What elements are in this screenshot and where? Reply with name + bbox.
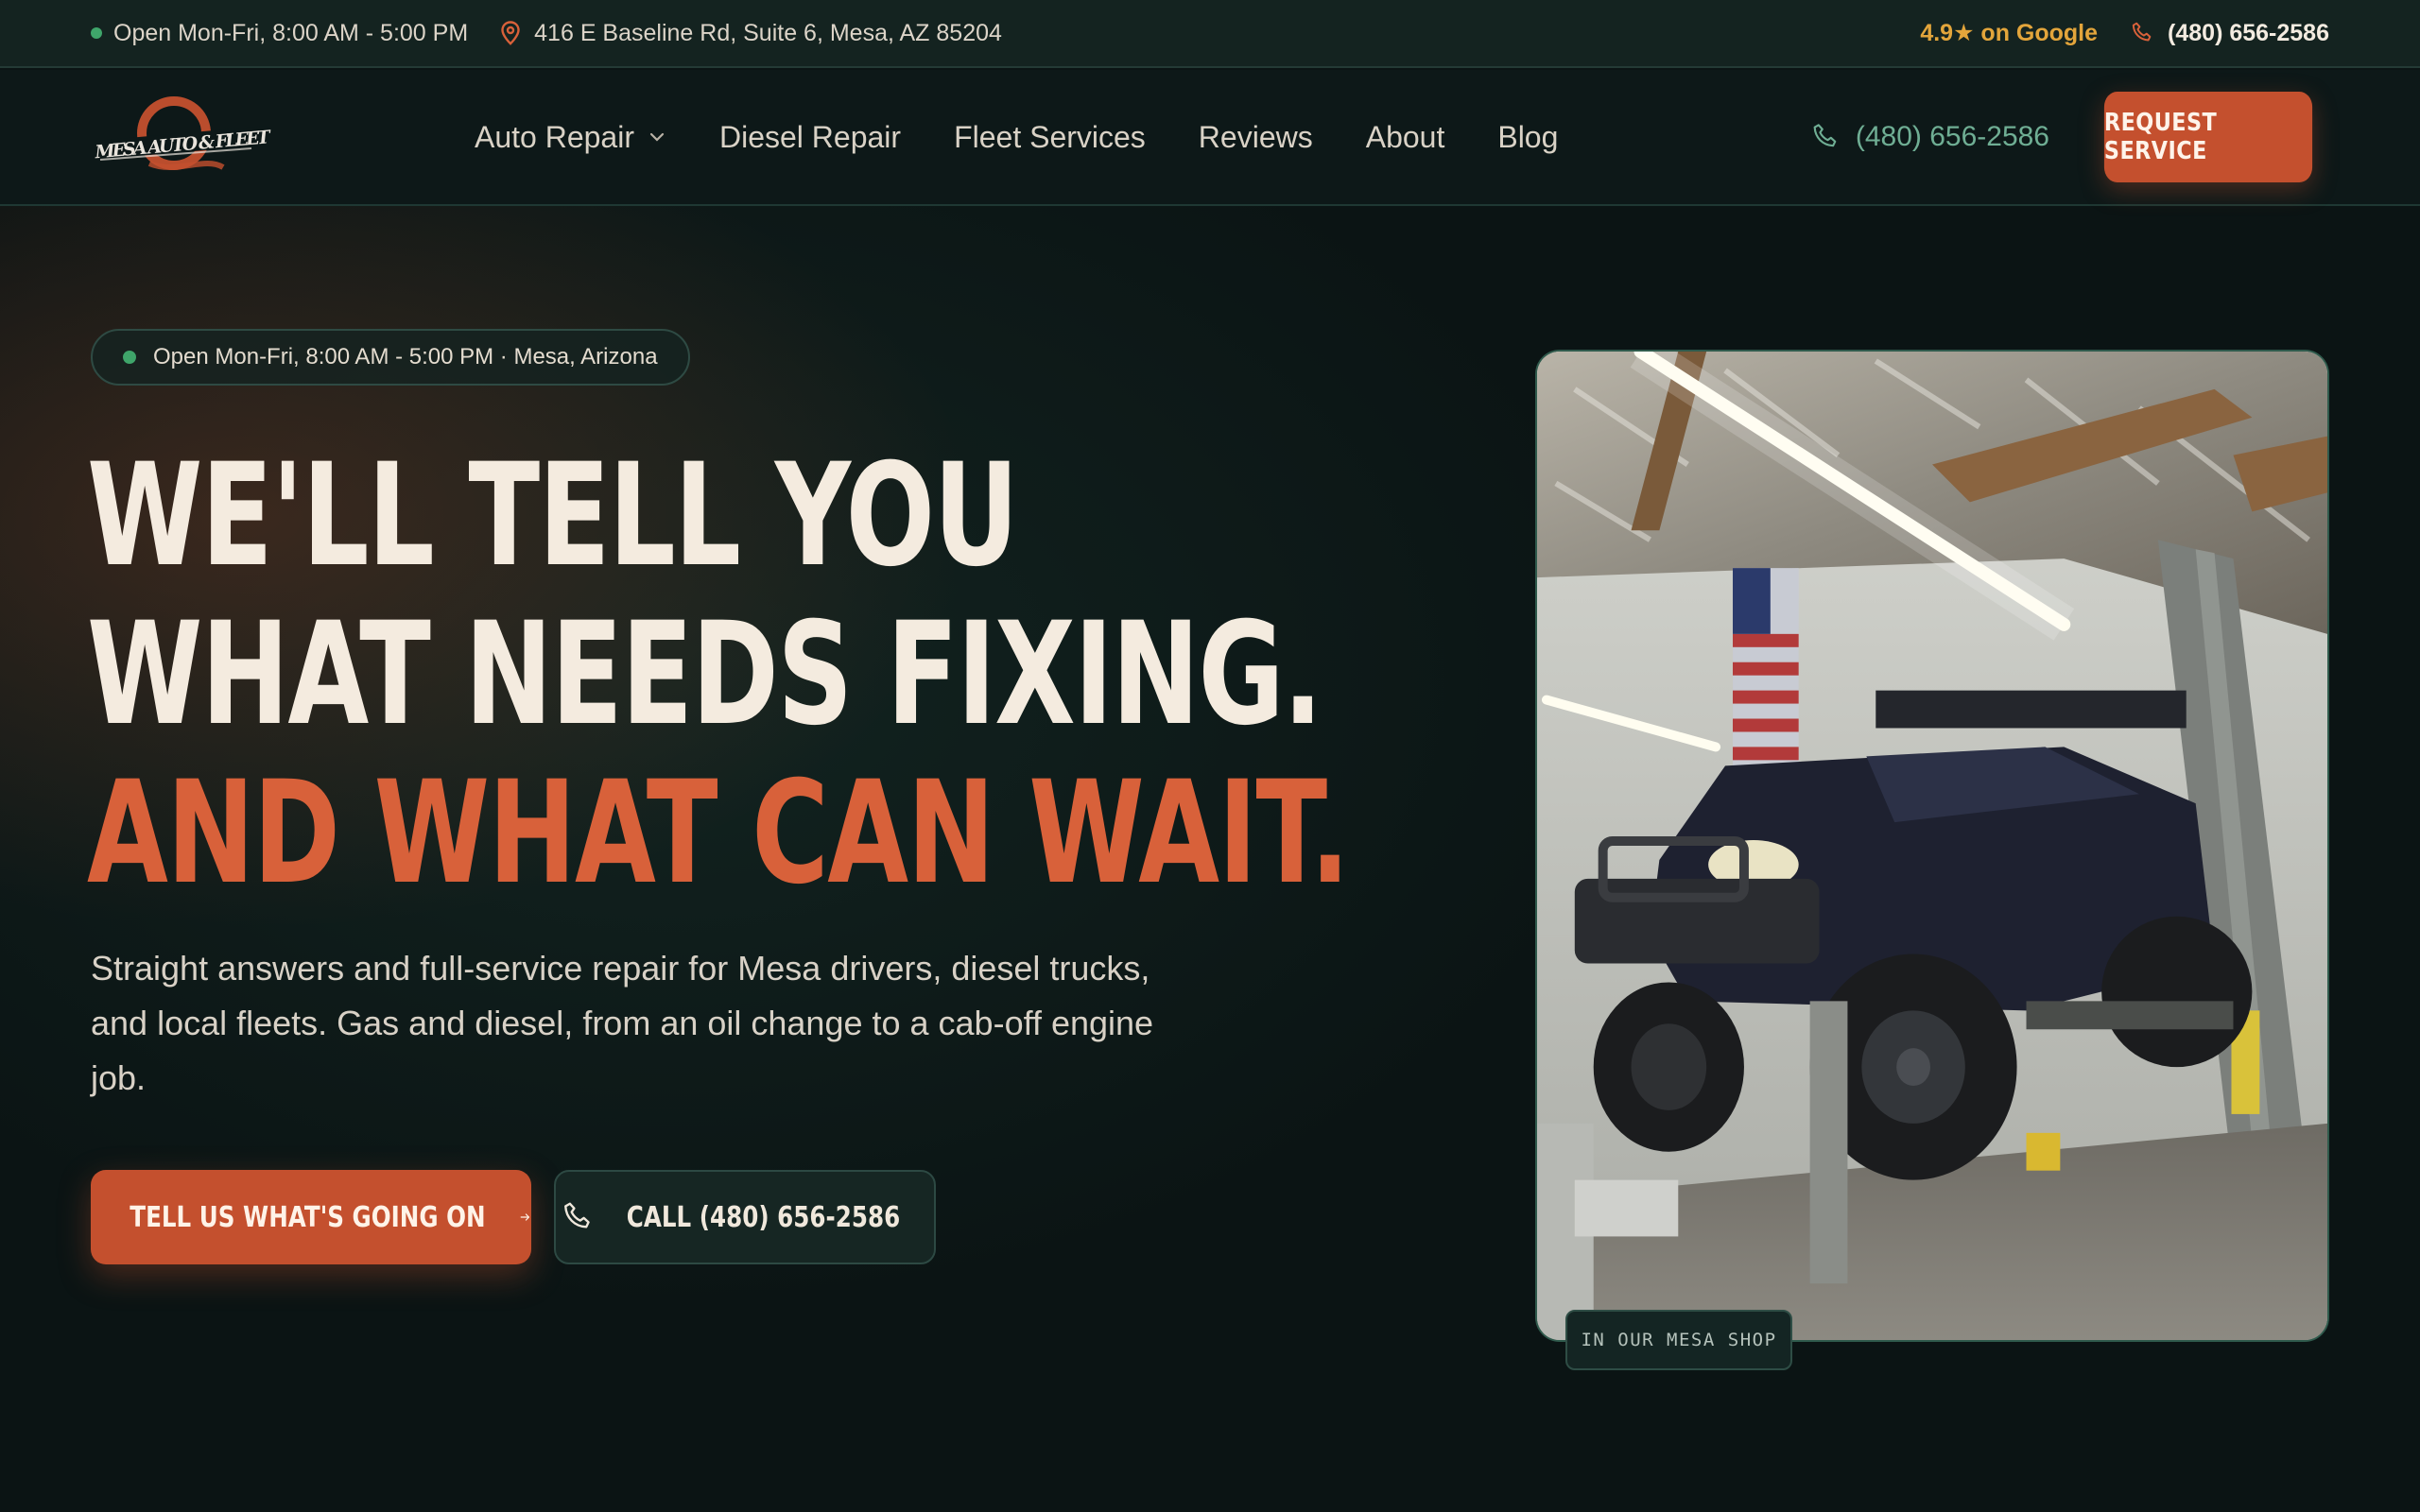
nav-about[interactable]: About xyxy=(1366,120,1445,155)
map-pin-icon xyxy=(501,21,520,45)
brand-logo[interactable]: MESA AUTO & FLEET xyxy=(91,90,280,184)
phone-icon xyxy=(2132,22,2152,42)
google-rating[interactable]: 4.9★ on Google xyxy=(1920,19,2098,47)
nav-reviews[interactable]: Reviews xyxy=(1199,120,1313,155)
address-text: 416 E Baseline Rd, Suite 6, Mesa, AZ 852… xyxy=(534,19,1002,46)
main-navigation: MESA AUTO & FLEET Auto Repair Diesel Rep… xyxy=(0,70,2420,206)
headline-line-1: WE'LL TELL YOU xyxy=(87,434,1019,598)
topbar-phone-text: (480) 656-2586 xyxy=(2168,19,2329,46)
arrow-right-icon xyxy=(520,1213,529,1221)
open-status-dot xyxy=(123,351,136,364)
nav-fleet-services[interactable]: Fleet Services xyxy=(954,120,1146,155)
headline-line-2: WHAT NEEDS FIXING. xyxy=(87,593,1322,757)
nav-auto-repair-label: Auto Repair xyxy=(475,119,634,154)
hours-text: Open Mon-Fri, 8:00 AM - 5:00 PM xyxy=(113,19,469,46)
chevron-down-icon xyxy=(649,132,665,142)
nav-auto-repair[interactable]: Auto Repair xyxy=(475,120,666,155)
hero-subtext: Straight answers and full-service repair… xyxy=(91,949,1154,1097)
topbar-phone-link[interactable]: (480) 656-2586 xyxy=(2130,20,2329,47)
call-button[interactable]: CALL (480) 656-2586 xyxy=(554,1170,936,1264)
address-info[interactable]: 416 E Baseline Rd, Suite 6, Mesa, AZ 852… xyxy=(500,20,1002,47)
phone-icon xyxy=(563,1202,590,1228)
open-status-dot xyxy=(91,27,102,39)
logo-mark-icon: MESA AUTO & FLEET xyxy=(94,96,273,170)
photo-caption-badge: IN OUR MESA SHOP xyxy=(1565,1310,1792,1370)
hours-info: Open Mon-Fri, 8:00 AM - 5:00 PM xyxy=(91,20,468,47)
top-info-bar: Open Mon-Fri, 8:00 AM - 5:00 PM 416 E Ba… xyxy=(0,0,2420,68)
truck-on-lift-image xyxy=(1537,352,2327,1340)
shop-photo xyxy=(1535,350,2329,1342)
nav-blog[interactable]: Blog xyxy=(1497,120,1558,155)
open-hours-pill: Open Mon-Fri, 8:00 AM - 5:00 PM · Mesa, … xyxy=(91,329,690,386)
open-hours-pill-text: Open Mon-Fri, 8:00 AM - 5:00 PM · Mesa, … xyxy=(153,344,658,369)
nav-phone-text: (480) 656-2586 xyxy=(1855,121,2049,152)
nav-phone-link[interactable]: (480) 656-2586 xyxy=(1810,121,2049,153)
nav-diesel-repair[interactable]: Diesel Repair xyxy=(719,120,901,155)
request-service-button[interactable]: REQUEST SERVICE xyxy=(2103,92,2313,182)
flag xyxy=(1733,568,1799,766)
call-button-label: CALL (480) 656-2586 xyxy=(626,1200,900,1234)
tell-us-button[interactable]: TELL US WHAT'S GOING ON xyxy=(91,1170,531,1264)
hero-headline: WE'LL TELL YOU WHAT NEEDS FIXING. AND WH… xyxy=(87,434,1350,916)
phone-icon xyxy=(1813,124,1837,147)
tell-us-label: TELL US WHAT'S GOING ON xyxy=(130,1200,486,1234)
headline-line-3: AND WHAT CAN WAIT. xyxy=(87,751,1350,916)
